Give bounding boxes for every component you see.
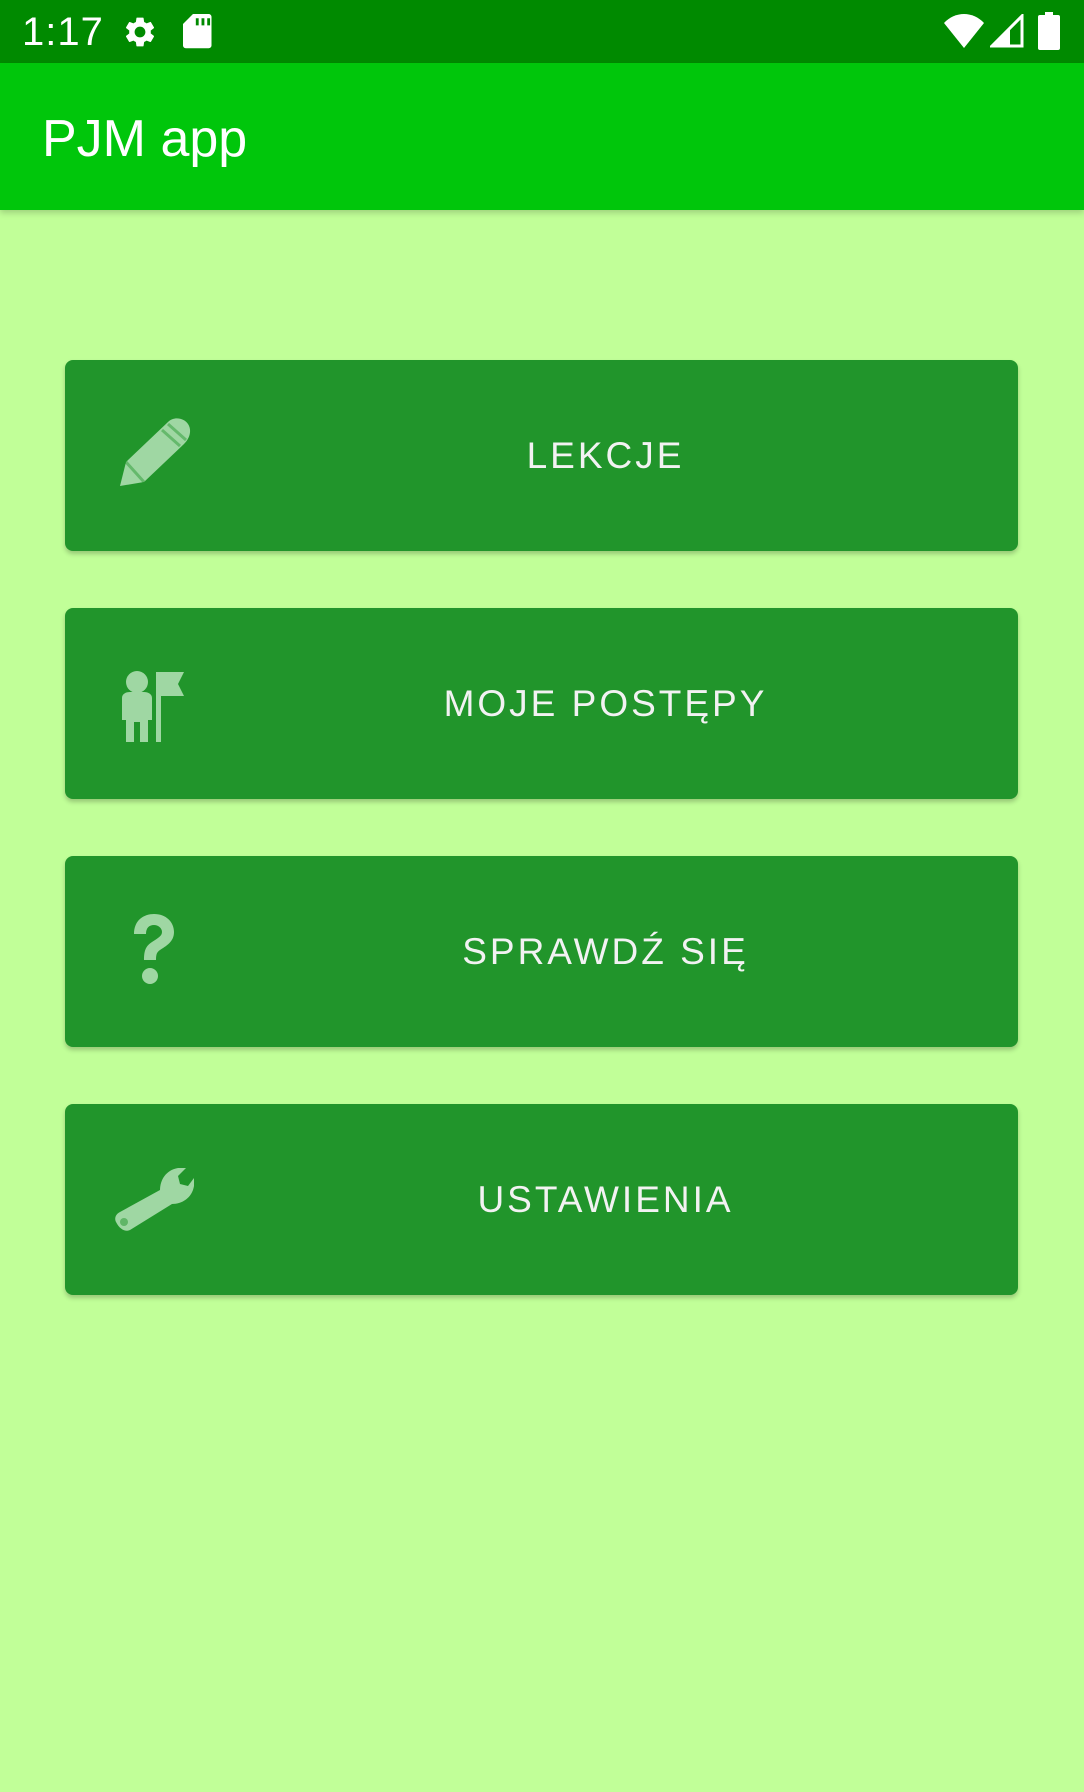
- settings-label: USTAWIENIA: [477, 1179, 734, 1220]
- main-menu: LEKCJE MOJE POSTĘPY SPRAWDŹ SIĘ USTAWIEN…: [65, 360, 1018, 1352]
- pencil-icon: [110, 414, 194, 498]
- wifi-icon: [944, 14, 984, 48]
- my-progress-label: MOJE POSTĘPY: [443, 683, 768, 724]
- cellular-signal-icon: [990, 14, 1024, 48]
- my-progress-button[interactable]: MOJE POSTĘPY: [65, 608, 1018, 799]
- question-mark-icon: [110, 910, 194, 994]
- check-yourself-button[interactable]: SPRAWDŹ SIĘ: [65, 856, 1018, 1047]
- settings-button[interactable]: USTAWIENIA: [65, 1104, 1018, 1295]
- check-yourself-label: SPRAWDŹ SIĘ: [462, 931, 749, 972]
- battery-icon: [1038, 12, 1060, 50]
- status-bar: 1:17: [0, 0, 1084, 63]
- wrench-icon: [110, 1158, 194, 1242]
- lessons-button[interactable]: LEKCJE: [65, 360, 1018, 551]
- app-bar: PJM app: [0, 63, 1084, 210]
- person-flag-icon: [110, 662, 194, 746]
- gear-icon: [125, 17, 155, 47]
- app-title: PJM app: [42, 110, 248, 168]
- sd-card-icon: [183, 14, 212, 49]
- status-time: 1:17: [22, 10, 104, 54]
- lessons-label: LEKCJE: [526, 435, 685, 476]
